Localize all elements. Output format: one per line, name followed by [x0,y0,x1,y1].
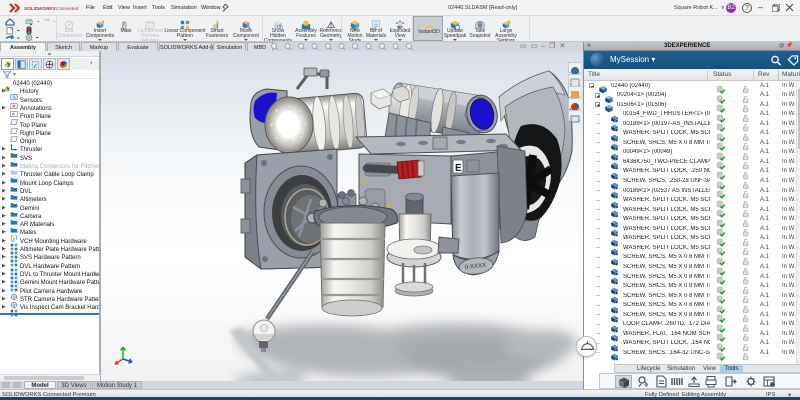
svg-text:E: E [455,163,462,174]
